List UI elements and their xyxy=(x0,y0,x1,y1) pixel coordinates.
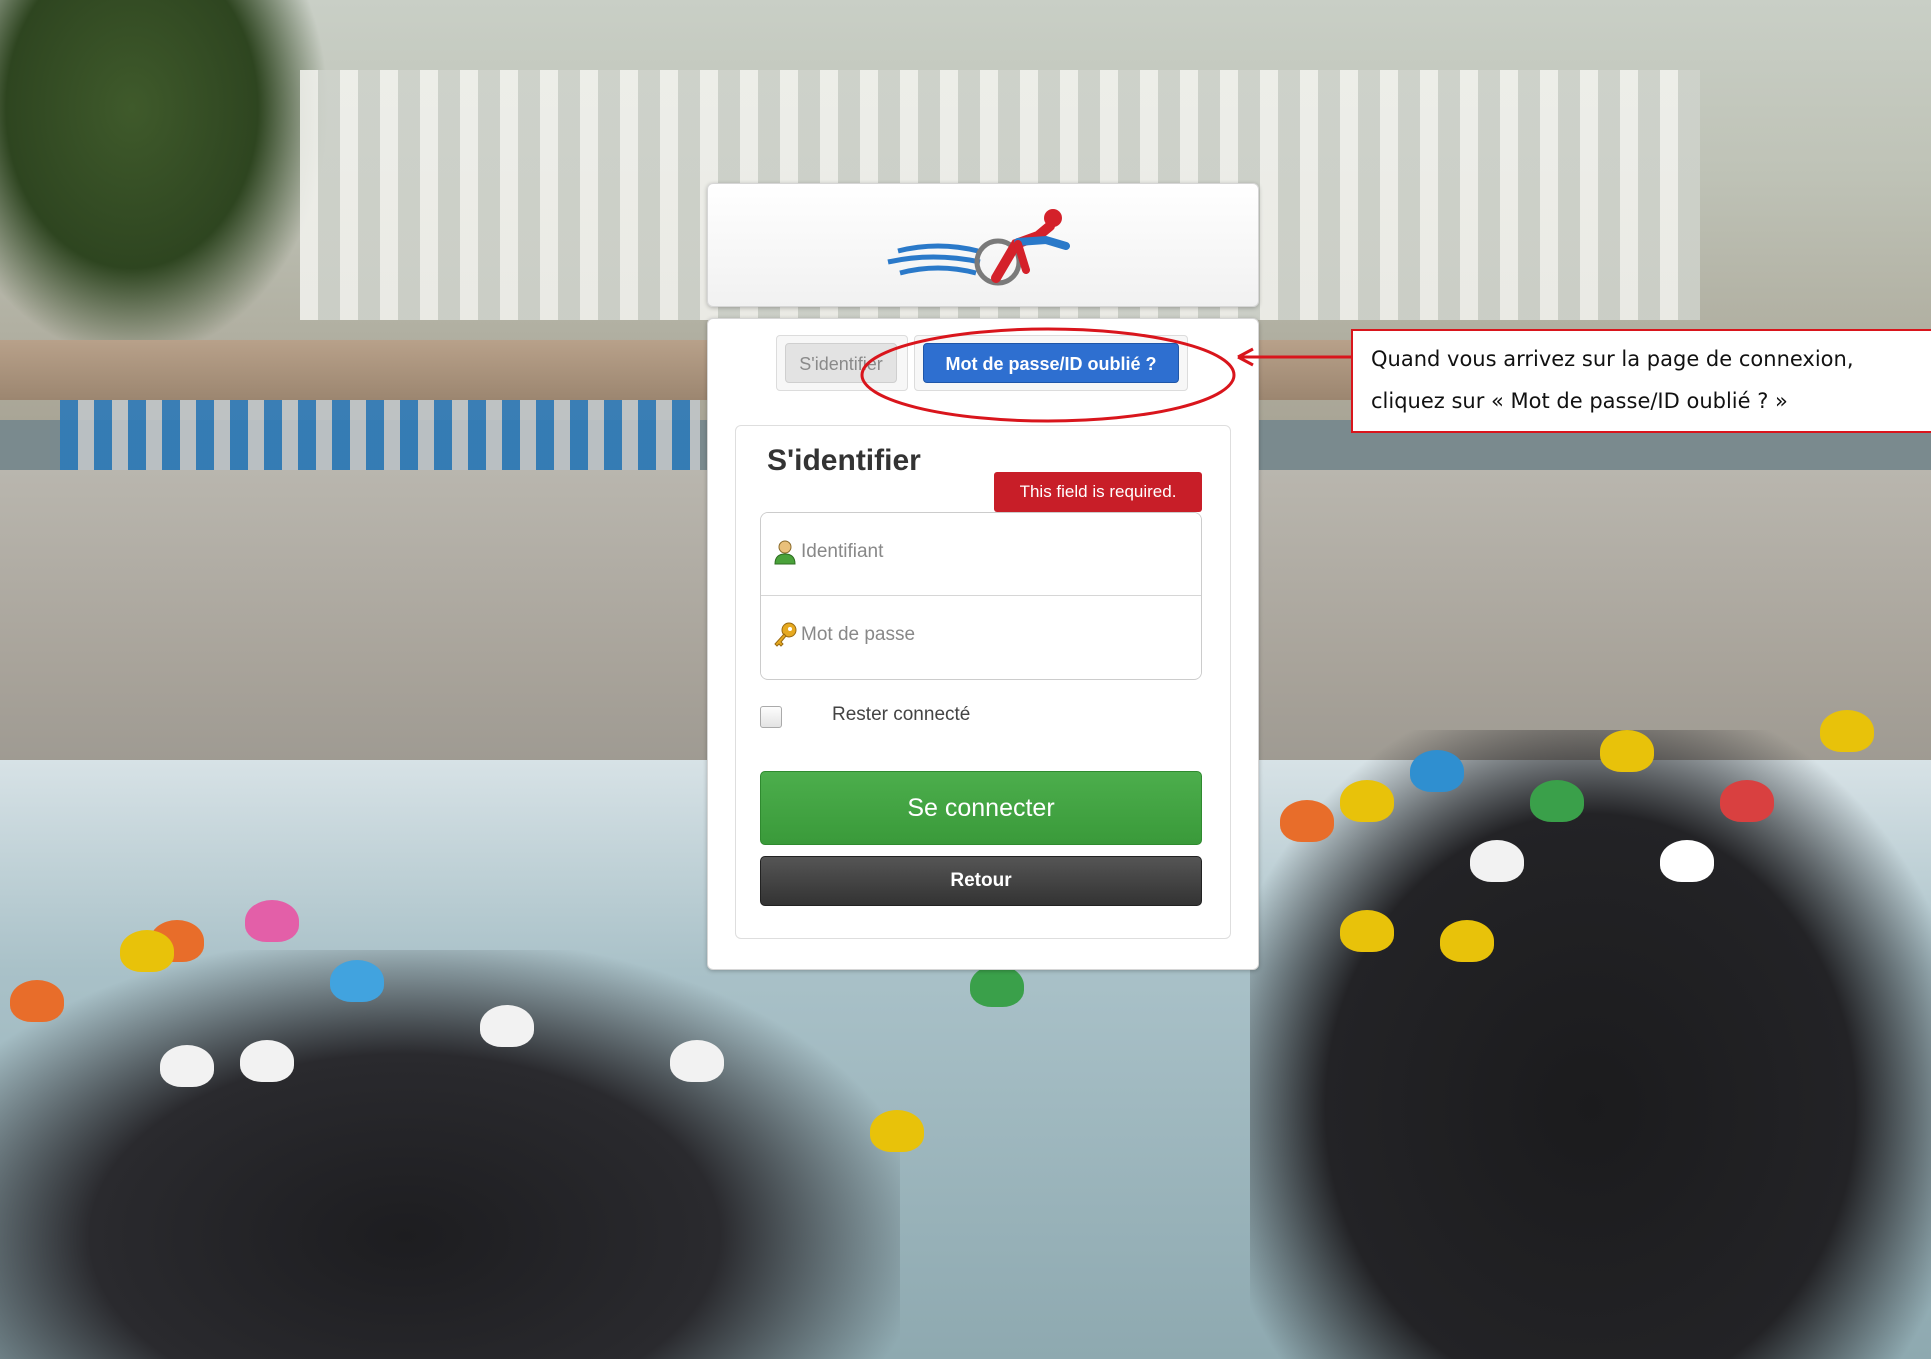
highlight-ellipse xyxy=(860,327,1353,423)
instruction-line-1: Quand vous arrivez sur la page de connex… xyxy=(1371,347,1854,371)
username-field[interactable]: Identifiant xyxy=(761,513,1201,596)
user-icon xyxy=(774,540,796,565)
password-field[interactable]: Mot de passe xyxy=(761,596,1201,678)
key-icon xyxy=(774,622,797,647)
logo-header xyxy=(707,183,1259,307)
instruction-line-2: cliquez sur « Mot de passe/ID oublié ? » xyxy=(1371,389,1788,413)
back-button[interactable]: Retour xyxy=(760,856,1202,906)
validation-tooltip: This field is required. xyxy=(994,472,1202,521)
username-placeholder: Identifiant xyxy=(801,541,884,562)
login-form: S'identifier This field is required. Ide… xyxy=(735,425,1231,939)
remember-checkbox[interactable] xyxy=(760,706,782,728)
form-title: S'identifier xyxy=(767,444,921,477)
password-placeholder: Mot de passe xyxy=(801,624,916,645)
instruction-callout: Quand vous arrivez sur la page de connex… xyxy=(1351,329,1931,433)
remember-label: Rester connecté xyxy=(832,704,971,725)
credentials-group: Identifiant Mot de passe xyxy=(760,512,1202,680)
triathlon-logo-icon xyxy=(887,209,1070,286)
login-submit-button[interactable]: Se connecter xyxy=(760,771,1202,845)
